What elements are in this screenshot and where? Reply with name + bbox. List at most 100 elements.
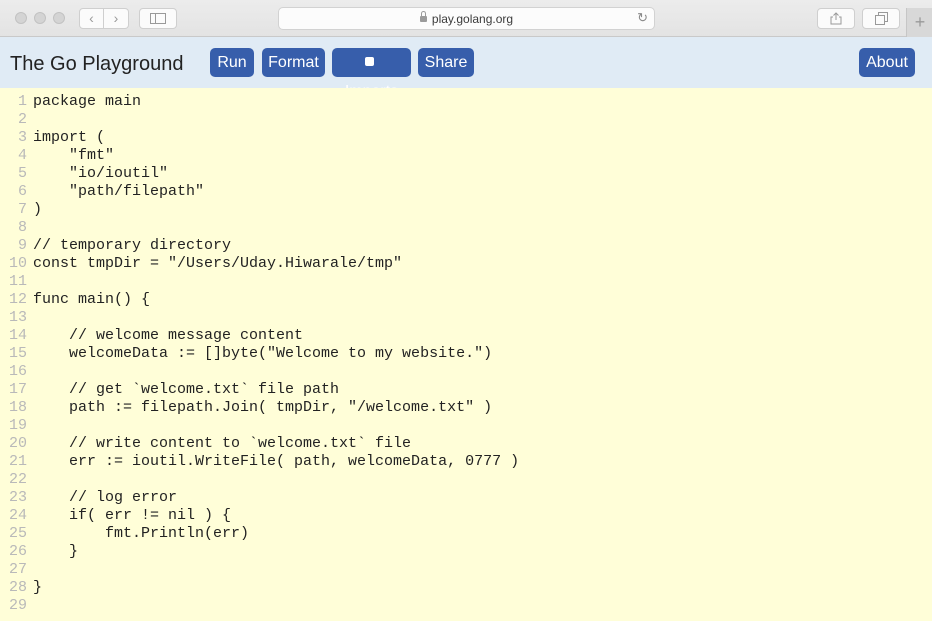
sidebar-button[interactable] bbox=[139, 8, 177, 29]
code-line[interactable]: 4 "fmt" bbox=[0, 147, 114, 165]
code-line[interactable]: 25 fmt.Println(err) bbox=[0, 525, 249, 543]
code-text[interactable]: // write content to `welcome.txt` file bbox=[27, 435, 411, 452]
code-line[interactable]: 10 const tmpDir = "/Users/Uday.Hiwarale/t… bbox=[0, 255, 402, 273]
line-number: 1 bbox=[17, 93, 27, 110]
code-line[interactable]: 1 package main bbox=[0, 93, 141, 111]
code-text[interactable]: fmt.Println(err) bbox=[27, 525, 249, 542]
code-line[interactable]: 28} bbox=[0, 579, 42, 597]
line-number: 2 bbox=[17, 111, 27, 128]
code-text[interactable]: ) bbox=[27, 201, 42, 218]
code-text[interactable]: // temporary directory bbox=[27, 237, 231, 254]
code-line[interactable]: 23 // log error bbox=[0, 489, 177, 507]
line-number: 15 bbox=[8, 345, 27, 362]
code-line[interactable]: 16 bbox=[0, 363, 33, 381]
code-text[interactable] bbox=[27, 597, 33, 614]
code-text[interactable] bbox=[27, 417, 33, 434]
code-line[interactable]: 20 // write content to `welcome.txt` fil… bbox=[0, 435, 411, 453]
code-line[interactable]: 27 bbox=[0, 561, 33, 579]
close-window-icon[interactable] bbox=[15, 12, 27, 24]
tabs-icon bbox=[874, 12, 888, 25]
code-text[interactable]: package main bbox=[27, 93, 141, 110]
code-line[interactable]: 14 // welcome message content bbox=[0, 327, 303, 345]
format-button[interactable]: Format bbox=[262, 48, 325, 77]
code-text[interactable]: // log error bbox=[27, 489, 177, 506]
code-line[interactable]: 17 // get `welcome.txt` file path bbox=[0, 381, 339, 399]
code-line[interactable]: 3 import ( bbox=[0, 129, 105, 147]
maximize-window-icon[interactable] bbox=[53, 12, 65, 24]
code-text[interactable] bbox=[27, 273, 33, 290]
line-number: 26 bbox=[8, 543, 27, 560]
imports-toggle[interactable]: Imports bbox=[332, 48, 411, 100]
code-line[interactable]: 24 if( err != nil ) { bbox=[0, 507, 231, 525]
code-text[interactable]: path := filepath.Join( tmpDir, "/welcome… bbox=[27, 399, 492, 416]
sidebar-icon bbox=[150, 13, 166, 24]
line-number: 9 bbox=[17, 237, 27, 254]
chevron-left-icon: ‹ bbox=[89, 10, 94, 26]
line-number: 4 bbox=[17, 147, 27, 164]
line-number: 13 bbox=[8, 309, 27, 326]
share-button[interactable]: Share bbox=[418, 48, 474, 77]
code-text[interactable] bbox=[27, 309, 33, 326]
code-line[interactable]: 12 func main() { bbox=[0, 291, 150, 309]
chevron-right-icon: › bbox=[113, 10, 119, 26]
code-line[interactable]: 13 bbox=[0, 309, 33, 327]
code-text[interactable]: welcomeData := []byte("Welcome to my web… bbox=[27, 345, 492, 362]
code-text[interactable]: // welcome message content bbox=[27, 327, 303, 344]
tabs-overview-button[interactable] bbox=[862, 8, 900, 29]
forward-button[interactable]: › bbox=[104, 8, 129, 29]
code-line[interactable]: 5 "io/ioutil" bbox=[0, 165, 168, 183]
line-number: 6 bbox=[17, 183, 27, 200]
line-number: 16 bbox=[8, 363, 27, 380]
code-line[interactable]: 21 err := ioutil.WriteFile( path, welcom… bbox=[0, 453, 519, 471]
code-text[interactable]: "fmt" bbox=[27, 147, 114, 164]
code-line[interactable]: 26 } bbox=[0, 543, 78, 561]
run-button[interactable]: Run bbox=[210, 48, 254, 77]
line-number: 12 bbox=[8, 291, 27, 308]
line-number: 28 bbox=[8, 579, 27, 596]
code-text[interactable]: "path/filepath" bbox=[27, 183, 204, 200]
code-line[interactable]: 8 bbox=[0, 219, 33, 237]
code-text[interactable] bbox=[27, 219, 33, 236]
reload-icon[interactable]: ↻ bbox=[637, 10, 648, 26]
code-text[interactable]: import ( bbox=[27, 129, 105, 146]
line-number: 29 bbox=[8, 597, 27, 614]
code-text[interactable]: } bbox=[27, 579, 42, 596]
address-bar[interactable]: play.golang.org ↻ bbox=[278, 7, 655, 30]
line-number: 3 bbox=[17, 129, 27, 146]
code-editor[interactable]: 1 package main 2 3 import (4 "fmt" 5 "io/iout… bbox=[0, 88, 932, 621]
code-line[interactable]: 11 bbox=[0, 273, 33, 291]
code-line[interactable]: 19 bbox=[0, 417, 33, 435]
playground-header: The Go Playground Run Format Imports Sha… bbox=[0, 37, 932, 100]
code-text[interactable]: // get `welcome.txt` file path bbox=[27, 381, 339, 398]
code-text[interactable] bbox=[27, 471, 33, 488]
code-line[interactable]: 15 welcomeData := []byte("Welcome to my … bbox=[0, 345, 492, 363]
line-number: 19 bbox=[8, 417, 27, 434]
about-button[interactable]: About bbox=[859, 48, 915, 77]
code-text[interactable]: } bbox=[27, 543, 78, 560]
code-text[interactable]: const tmpDir = "/Users/Uday.Hiwarale/tmp… bbox=[27, 255, 402, 272]
code-line[interactable]: 22 bbox=[0, 471, 33, 489]
line-number: 5 bbox=[17, 165, 27, 182]
line-number: 8 bbox=[17, 219, 27, 236]
share-page-button[interactable] bbox=[817, 8, 855, 29]
code-text[interactable] bbox=[27, 363, 33, 380]
code-text[interactable]: err := ioutil.WriteFile( path, welcomeDa… bbox=[27, 453, 519, 470]
code-line[interactable]: 9// temporary directory bbox=[0, 237, 231, 255]
new-tab-button[interactable]: + bbox=[906, 8, 932, 37]
code-text[interactable] bbox=[27, 561, 33, 578]
line-number: 20 bbox=[8, 435, 27, 452]
code-text[interactable] bbox=[27, 111, 33, 128]
code-text[interactable]: "io/ioutil" bbox=[27, 165, 168, 182]
back-button[interactable]: ‹ bbox=[79, 8, 104, 29]
code-line[interactable]: 18 path := filepath.Join( tmpDir, "/welc… bbox=[0, 399, 492, 417]
minimize-window-icon[interactable] bbox=[34, 12, 46, 24]
imports-checkbox[interactable] bbox=[364, 57, 374, 67]
code-line[interactable]: 2 bbox=[0, 111, 33, 129]
code-line[interactable]: 29 bbox=[0, 597, 33, 615]
line-number: 25 bbox=[8, 525, 27, 542]
code-line[interactable]: 7) bbox=[0, 201, 42, 219]
code-line[interactable]: 6 "path/filepath" bbox=[0, 183, 204, 201]
code-text[interactable]: if( err != nil ) { bbox=[27, 507, 231, 524]
code-text[interactable]: func main() { bbox=[27, 291, 150, 308]
line-number: 11 bbox=[8, 273, 27, 290]
